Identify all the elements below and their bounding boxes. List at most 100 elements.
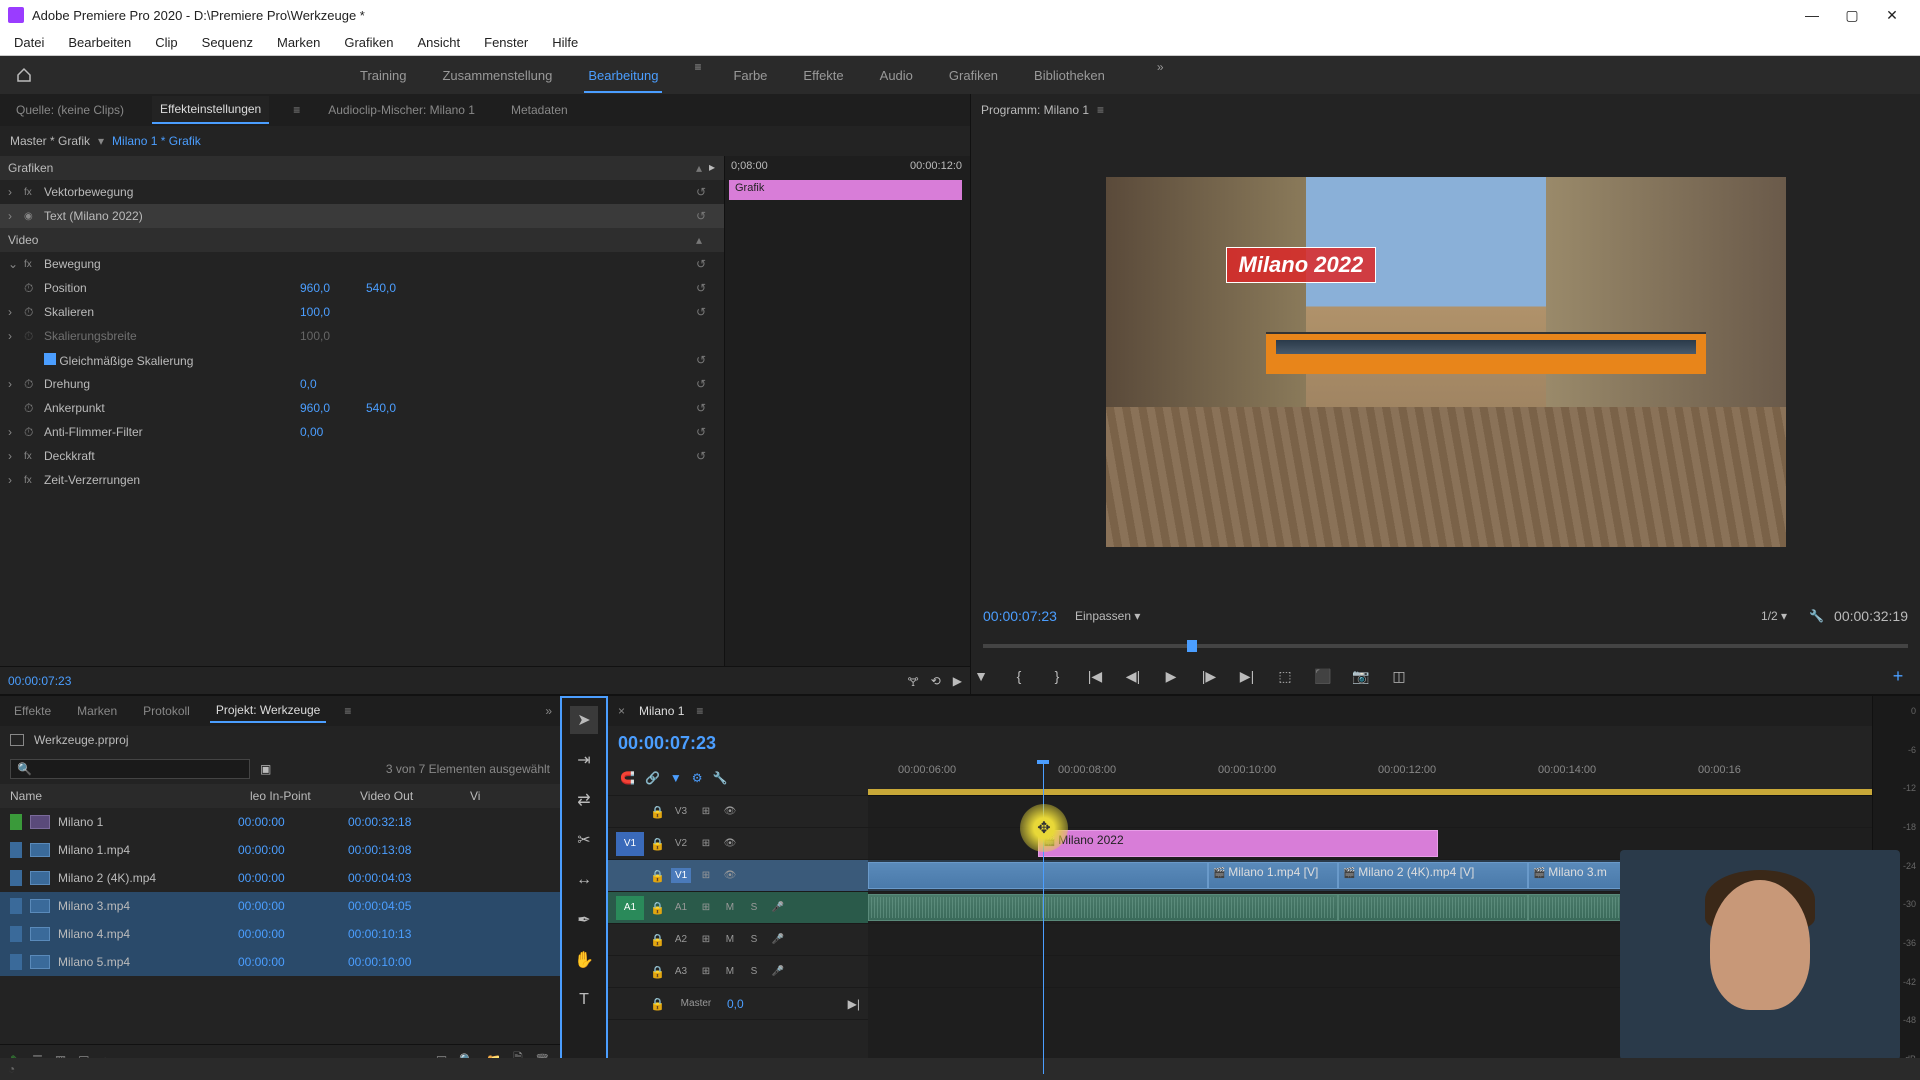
home-icon[interactable] <box>12 63 36 87</box>
keyframe-area[interactable]: ▸ 0;08:00 00:00:12:0 Grafik <box>724 156 970 666</box>
menu-marken[interactable]: Marken <box>271 33 326 52</box>
reset-icon[interactable]: ↺ <box>696 305 716 319</box>
src-v1[interactable]: V1 <box>616 832 644 856</box>
tab-audiomischer[interactable]: Audioclip-Mischer: Milano 1 <box>320 97 483 123</box>
reset-icon[interactable]: ↺ <box>696 353 716 367</box>
marker-icon[interactable]: ▼ <box>971 668 991 684</box>
clip-a1a[interactable] <box>868 894 1338 921</box>
lock-icon[interactable]: 🔒 <box>650 869 665 883</box>
color-chip[interactable] <box>10 898 22 914</box>
ws-zusammenstellung[interactable]: Zusammenstellung <box>438 60 556 91</box>
prop-ankerpunkt[interactable]: ⏱Ankerpunkt960,0540,0↺ <box>0 396 724 420</box>
fx-text[interactable]: ›◉Text (Milano 2022)↺ <box>0 204 724 228</box>
loop-icon[interactable]: ⟲ <box>931 674 941 688</box>
clip-a1b[interactable] <box>1338 894 1528 921</box>
prop-position[interactable]: ⏱Position960,0540,0↺ <box>0 276 724 300</box>
timeline-ruler[interactable]: 00:00:06:00 00:00:08:00 00:00:10:00 00:0… <box>868 760 1872 796</box>
reset-icon[interactable]: ↺ <box>696 449 716 463</box>
col-vi[interactable]: Vi <box>470 789 510 803</box>
sync-lock-icon[interactable]: ⊞ <box>697 963 715 981</box>
clip-graphic[interactable]: 🎬 Milano 2022 <box>1038 830 1438 857</box>
lock-icon[interactable]: 🔒 <box>650 997 665 1011</box>
sync-lock-icon[interactable]: ⊞ <box>697 803 715 821</box>
tl-v3[interactable] <box>868 796 1872 828</box>
reset-icon[interactable]: ↺ <box>696 401 716 415</box>
fit-select[interactable]: Einpassen ▾ <box>1067 607 1148 625</box>
prop-gleichmassig[interactable]: Gleichmäßige Skalierung↺ <box>0 348 724 372</box>
checkbox-icon[interactable] <box>44 353 56 365</box>
goto-out-icon[interactable]: ▶| <box>1237 668 1257 685</box>
color-chip[interactable] <box>10 954 22 970</box>
wrench-icon[interactable]: 🔧 <box>713 771 728 785</box>
razor-tool[interactable]: ✂ <box>570 826 598 854</box>
slip-tool[interactable]: ↔ <box>570 866 598 894</box>
lock-icon[interactable]: 🔒 <box>650 933 665 947</box>
track-v1[interactable]: 🔒V1⊞👁 <box>608 860 868 892</box>
step-fwd-icon[interactable]: |▶ <box>1199 668 1219 685</box>
project-menu-icon[interactable]: ≡ <box>344 704 351 718</box>
antiflimmer-val[interactable]: 0,00 <box>300 425 360 439</box>
title-overlay[interactable]: Milano 2022 <box>1226 247 1377 283</box>
color-chip[interactable] <box>10 842 22 858</box>
source-link[interactable]: Milano 1 * Grafik <box>112 134 201 148</box>
menu-hilfe[interactable]: Hilfe <box>546 33 584 52</box>
fx-deckkraft[interactable]: ›fxDeckkraft↺ <box>0 444 724 468</box>
tab-effekte[interactable]: Effekte <box>8 700 57 722</box>
program-scrubber[interactable] <box>971 634 1920 658</box>
menu-bearbeiten[interactable]: Bearbeiten <box>62 33 137 52</box>
pen-tool[interactable]: ✒ <box>570 906 598 934</box>
sync-lock-icon[interactable]: ⊞ <box>697 835 715 853</box>
reset-icon[interactable]: ↺ <box>696 281 716 295</box>
section-video[interactable]: Video▴ <box>0 228 724 252</box>
clip-v1a[interactable] <box>868 862 1208 889</box>
lift-icon[interactable]: ⬚ <box>1275 668 1295 685</box>
play-icon[interactable]: ▶ <box>953 674 962 688</box>
effect-tc[interactable]: 00:00:07:23 <box>8 674 71 688</box>
reset-icon[interactable]: ↺ <box>696 209 716 223</box>
chevron-down-icon[interactable]: ▾ <box>98 134 104 148</box>
selection-tool[interactable]: ➤ <box>570 706 598 734</box>
ws-bearbeitung[interactable]: Bearbeitung <box>584 60 662 91</box>
project-row[interactable]: Milano 2 (4K).mp400:00:0000:00:04:03 <box>0 864 560 892</box>
tab-metadaten[interactable]: Metadaten <box>503 97 576 123</box>
mic-icon[interactable]: 🎤 <box>769 899 787 917</box>
pos-y[interactable]: 540,0 <box>366 281 426 295</box>
zoom-select[interactable]: 1/2 ▾ <box>1749 607 1799 625</box>
camera-icon[interactable]: 📷 <box>1351 668 1371 685</box>
reset-icon[interactable]: ↺ <box>696 377 716 391</box>
timeline-menu-icon[interactable]: ≡ <box>696 704 703 718</box>
reset-icon[interactable]: ↺ <box>696 425 716 439</box>
fx-vektorbewegung[interactable]: ›fxVektorbewegung↺ <box>0 180 724 204</box>
project-row[interactable]: Milano 1.mp400:00:0000:00:13:08 <box>0 836 560 864</box>
color-chip[interactable] <box>10 926 22 942</box>
program-menu-icon[interactable]: ≡ <box>1097 103 1104 117</box>
tab-quelle[interactable]: Quelle: (keine Clips) <box>8 97 132 123</box>
sync-lock-icon[interactable]: ⊞ <box>697 931 715 949</box>
ws-farbe[interactable]: Farbe <box>729 60 771 91</box>
section-grafiken[interactable]: Grafiken▴ <box>0 156 724 180</box>
program-tc-left[interactable]: 00:00:07:23 <box>983 608 1057 624</box>
sync-lock-icon[interactable]: ⊞ <box>697 867 715 885</box>
reset-icon[interactable]: ↺ <box>696 257 716 271</box>
kf-clip-bar[interactable]: Grafik <box>729 180 962 200</box>
kf-play-icon[interactable]: ▸ <box>709 160 715 174</box>
anker-y[interactable]: 540,0 <box>366 401 426 415</box>
filter-icon[interactable]: 🝖 <box>907 668 918 693</box>
project-row[interactable]: Milano 3.mp400:00:0000:00:04:05 <box>0 892 560 920</box>
skal-val[interactable]: 100,0 <box>300 305 360 319</box>
bin-icon[interactable] <box>10 734 24 746</box>
lock-icon[interactable]: 🔒 <box>650 837 665 851</box>
fx-zeitver[interactable]: ›fxZeit-Verzerrungen <box>0 468 724 492</box>
project-row[interactable]: Milano 5.mp400:00:0000:00:10:00 <box>0 948 560 976</box>
goto-end-icon[interactable]: ▶| <box>848 997 860 1011</box>
eye-icon[interactable]: 👁 <box>721 835 739 853</box>
add-button-icon[interactable]: + <box>1888 666 1908 687</box>
mic-icon[interactable]: 🎤 <box>769 963 787 981</box>
mic-icon[interactable]: 🎤 <box>769 931 787 949</box>
anker-x[interactable]: 960,0 <box>300 401 360 415</box>
reset-icon[interactable]: ↺ <box>696 185 716 199</box>
tab-effekteinstellungen[interactable]: Effekteinstellungen <box>152 96 269 124</box>
ws-bibliotheken[interactable]: Bibliotheken <box>1030 60 1109 91</box>
ws-overflow-icon[interactable]: » <box>1157 60 1164 91</box>
menu-ansicht[interactable]: Ansicht <box>411 33 466 52</box>
